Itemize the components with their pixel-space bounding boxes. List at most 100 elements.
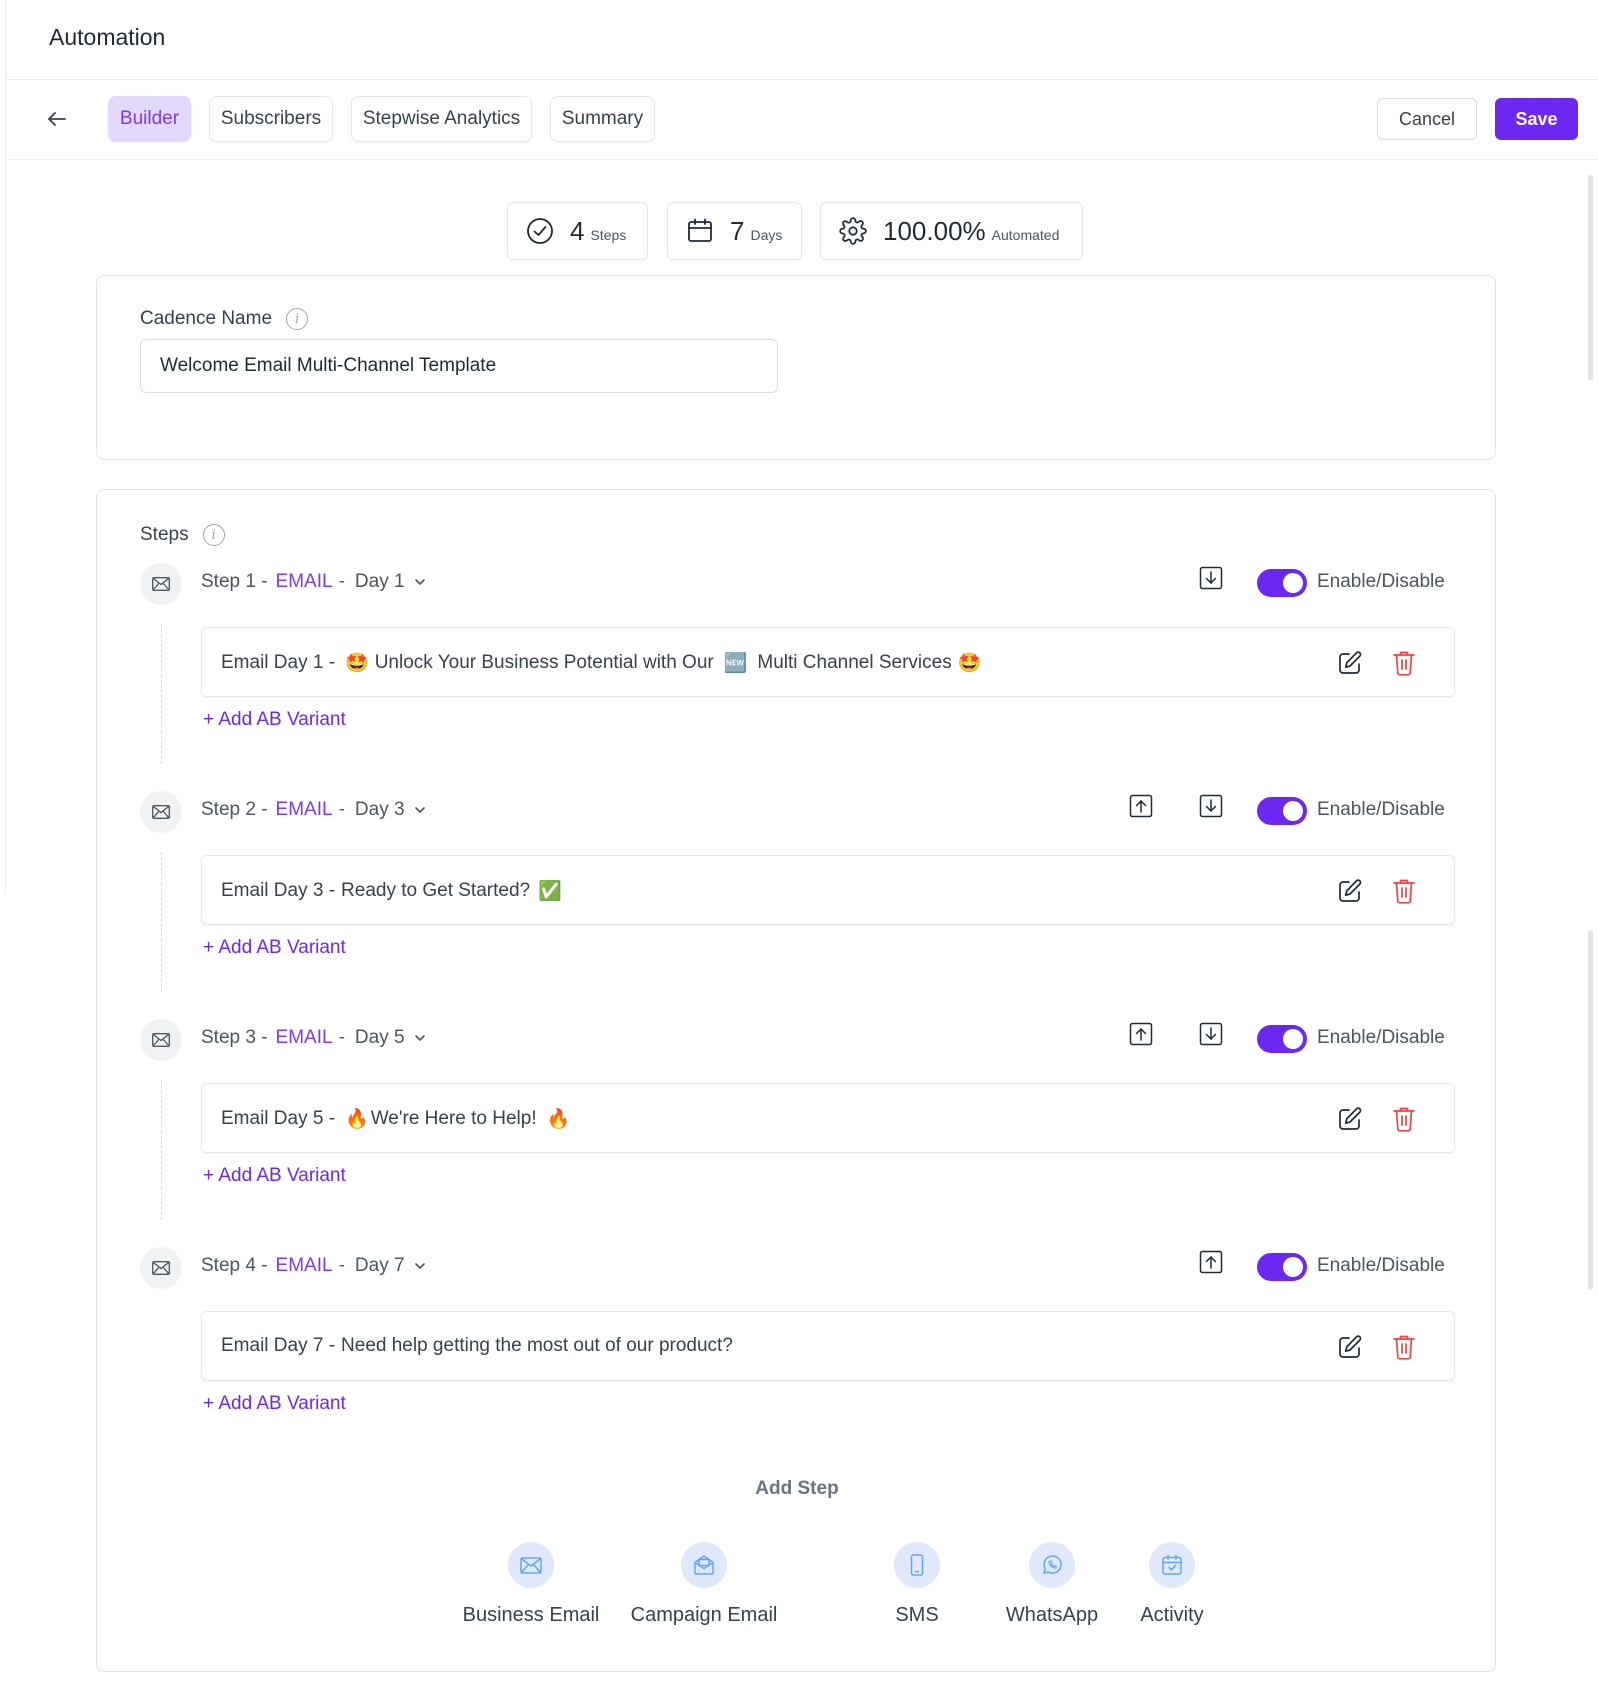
email-subject-part: Multi Channel Services: [757, 651, 952, 673]
edit-button[interactable]: [1336, 1105, 1364, 1133]
step-title-1[interactable]: Step 1 - EMAIL - Day 1: [201, 571, 427, 593]
toggle-label: Enable/Disable: [1317, 1255, 1445, 1276]
edit-button[interactable]: [1336, 877, 1364, 905]
steps-label-row: Steps i: [140, 524, 225, 546]
move-up-button[interactable]: [1198, 1249, 1224, 1275]
check-circle-icon: [526, 217, 554, 245]
add-whatsapp-option[interactable]: WhatsApp: [997, 1542, 1107, 1627]
option-label: Business Email: [462, 1604, 600, 1626]
tab-subscribers[interactable]: Subscribers: [209, 96, 333, 142]
trash-icon: [1393, 1107, 1415, 1132]
calendar-check-icon: [1149, 1542, 1195, 1588]
enable-toggle-4[interactable]: [1257, 1253, 1307, 1281]
cadence-name-input[interactable]: Welcome Email Multi-Channel Template: [140, 339, 778, 393]
stat-days-unit: Days: [750, 227, 783, 243]
move-up-button[interactable]: [1128, 1021, 1154, 1047]
enable-toggle-1[interactable]: [1257, 569, 1307, 597]
step-separator: -: [338, 1027, 345, 1048]
delete-button[interactable]: [1390, 649, 1418, 677]
save-button[interactable]: Save: [1495, 98, 1578, 140]
timeline-connector: [161, 624, 162, 764]
step-title-3[interactable]: Step 3 - EMAIL - Day 5: [201, 1027, 427, 1049]
delete-button[interactable]: [1390, 1333, 1418, 1361]
email-item-3: Email Day 5 - 🔥 We're Here to Help! 🔥: [201, 1083, 1455, 1153]
email-subject-2: Email Day 3 - Ready to Get Started? ✅: [221, 879, 568, 903]
move-down-button[interactable]: [1198, 1021, 1224, 1047]
add-ab-variant-link[interactable]: + Add AB Variant: [203, 937, 346, 959]
step-separator: -: [338, 799, 345, 820]
star-eyes-emoji: 🤩: [957, 652, 982, 674]
tab-builder[interactable]: Builder: [108, 96, 191, 142]
chevron-down-icon[interactable]: [413, 803, 427, 817]
email-item-4: Email Day 7 - Need help getting the most…: [201, 1311, 1455, 1381]
page-title: Automation: [49, 24, 166, 50]
add-ab-variant-link[interactable]: + Add AB Variant: [203, 1165, 346, 1187]
edit-button[interactable]: [1336, 1333, 1364, 1361]
step-day: Day 3: [354, 799, 405, 820]
option-label: Activity: [1140, 1604, 1204, 1626]
toggle-knob: [1283, 801, 1303, 821]
envelope-icon: [140, 1247, 182, 1289]
enable-toggle-3[interactable]: [1257, 1025, 1307, 1053]
back-button[interactable]: [40, 102, 74, 136]
step-header-1: Step 1 - EMAIL - Day 1 Enable/Disable: [140, 563, 1455, 605]
edit-icon: [1339, 651, 1362, 674]
trash-icon: [1393, 879, 1415, 904]
info-icon[interactable]: i: [286, 308, 309, 330]
tab-summary[interactable]: Summary: [550, 96, 655, 142]
option-label: Campaign Email: [630, 1604, 778, 1626]
step-header-4: Step 4 - EMAIL - Day 7 Enable/Disable: [140, 1247, 1455, 1289]
chevron-down-icon[interactable]: [413, 575, 427, 589]
fire-emoji: 🔥: [345, 1108, 369, 1130]
campaign-mail-icon: [681, 1542, 727, 1588]
cancel-button[interactable]: Cancel: [1377, 98, 1477, 140]
toggle-knob: [1283, 1029, 1303, 1049]
tab-stepwise-analytics[interactable]: Stepwise Analytics: [351, 96, 532, 142]
fire-emoji: 🔥: [546, 1108, 571, 1130]
stat-days-value: 7: [730, 215, 745, 246]
arrow-down-box-icon: [1199, 566, 1223, 590]
edit-button[interactable]: [1336, 649, 1364, 677]
add-business-email-option[interactable]: Business Email: [461, 1542, 601, 1627]
add-ab-variant-link[interactable]: + Add AB Variant: [203, 1393, 346, 1415]
step-separator: -: [338, 571, 345, 592]
enable-toggle-2[interactable]: [1257, 797, 1307, 825]
chevron-down-icon[interactable]: [413, 1259, 427, 1273]
scrollbar[interactable]: [1585, 165, 1595, 1585]
move-down-button[interactable]: [1198, 565, 1224, 591]
info-icon[interactable]: i: [202, 524, 225, 546]
step-number: Step 4 -: [201, 1255, 268, 1276]
move-up-button[interactable]: [1128, 793, 1154, 819]
cadence-label-row: Cadence Name i: [140, 308, 309, 330]
delete-button[interactable]: [1390, 877, 1418, 905]
step-title-4[interactable]: Step 4 - EMAIL - Day 7: [201, 1255, 427, 1277]
trash-icon: [1393, 651, 1415, 676]
delete-button[interactable]: [1390, 1105, 1418, 1133]
calendar-icon: [686, 217, 714, 245]
email-subject-3: Email Day 5 - 🔥 We're Here to Help! 🔥: [221, 1107, 576, 1131]
step-title-2[interactable]: Step 2 - EMAIL - Day 3: [201, 799, 427, 821]
edit-icon: [1339, 879, 1362, 902]
stat-steps-unit: Steps: [590, 227, 627, 243]
add-sms-option[interactable]: SMS: [887, 1542, 947, 1627]
step-channel: EMAIL: [275, 799, 333, 820]
add-activity-option[interactable]: Activity: [1127, 1542, 1217, 1627]
stat-steps-value: 4: [570, 215, 585, 246]
step-channel: EMAIL: [275, 1255, 333, 1276]
scrollbar-thumb[interactable]: [1588, 175, 1593, 380]
envelope-icon: [140, 1019, 182, 1061]
add-campaign-email-option[interactable]: Campaign Email: [629, 1542, 779, 1627]
arrow-down-box-icon: [1199, 1022, 1223, 1046]
add-ab-variant-link[interactable]: + Add AB Variant: [203, 709, 346, 731]
move-down-button[interactable]: [1198, 793, 1224, 819]
edit-icon: [1339, 1107, 1362, 1130]
chevron-down-icon[interactable]: [413, 1031, 427, 1045]
step-number: Step 2 -: [201, 799, 268, 820]
arrow-up-box-icon: [1129, 1022, 1153, 1046]
scrollbar-thumb-lower[interactable]: [1588, 930, 1593, 1290]
timeline-connector: [161, 1080, 162, 1220]
email-subject-part: Need help getting the most out of our pr…: [341, 1335, 733, 1356]
steps-card: Steps i Step 1 - EMAIL - Day 1 Enable/Di…: [96, 489, 1496, 1672]
step-separator: -: [338, 1255, 345, 1276]
step-number: Step 3 -: [201, 1027, 268, 1048]
